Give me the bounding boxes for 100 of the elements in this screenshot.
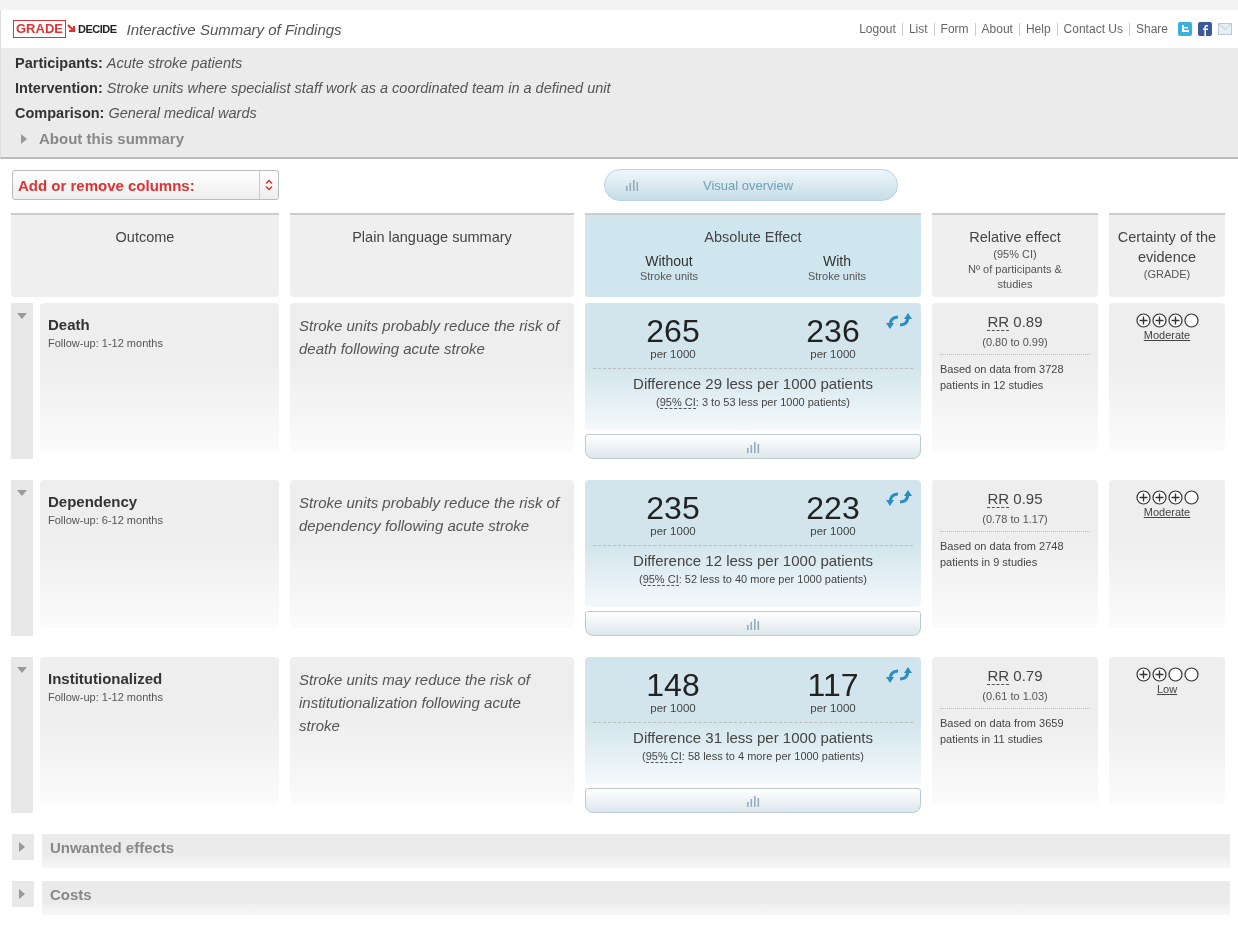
header-text: Outcome (115, 228, 175, 247)
row-toggle[interactable] (11, 657, 33, 813)
circle-icon (1167, 667, 1183, 682)
chart-button[interactable] (585, 611, 921, 636)
summary-text: Stroke units probably reduce the risk of death following acute stroke (299, 316, 562, 359)
swap-arrows-icon[interactable] (884, 488, 914, 508)
bar-chart-icon (746, 794, 760, 807)
plus-circle-icon (1135, 313, 1151, 328)
relative-risk-text: RR 0.95 (986, 490, 1044, 507)
field-value: General medical wards (108, 105, 257, 121)
bar-chart-icon (625, 179, 639, 191)
share-label: Share (1135, 22, 1168, 36)
plus-circle-icon (1151, 490, 1167, 505)
certainty-link[interactable]: Moderate (1143, 329, 1191, 341)
header-text: With (823, 253, 851, 270)
certainty-link[interactable]: Moderate (1143, 506, 1191, 518)
header-text: Plain language summary (352, 228, 512, 247)
relative-risk-interval: (0.78 to 1.17) (940, 513, 1090, 532)
chart-button[interactable] (585, 434, 921, 459)
relative-risk-interval: (0.80 to 0.99) (940, 336, 1090, 355)
field-value: Acute stroke patients (106, 55, 243, 71)
follow-up-text: Follow-up: 1-12 months (48, 691, 164, 703)
app-title: Interactive Summary of Findings (126, 20, 342, 38)
nav-link[interactable]: Logout (859, 22, 896, 36)
up-down-icon (265, 179, 273, 191)
certainty-link[interactable]: Low (1156, 683, 1178, 695)
risk-unit: per 1000 (650, 702, 696, 714)
nav-link[interactable]: Help (1025, 22, 1051, 36)
field-label: Comparison: (15, 105, 105, 121)
risk-unit: per 1000 (650, 525, 696, 537)
outcome-name: Death (48, 316, 91, 333)
field-value: Stroke units where specialist staff work as a coordinated team in a defined unit (106, 80, 611, 96)
header-text: Absolute Effect (704, 228, 802, 247)
follow-up-text: Follow-up: 6-12 months (48, 514, 164, 526)
logo-decide: DECIDE (77, 23, 117, 35)
nav-link[interactable]: List (908, 22, 928, 36)
plus-circle-icon (1135, 667, 1151, 682)
nav-link[interactable]: Contact Us (1063, 22, 1123, 36)
swap-arrows-icon[interactable] (884, 665, 914, 685)
row-toggle[interactable] (11, 303, 33, 459)
nav-link[interactable]: Form (940, 22, 969, 36)
field-label: Participants: (15, 55, 103, 71)
summary-text: Stroke units probably reduce the risk of dependency following acute stroke (299, 493, 562, 536)
difference-text: Difference 29 less per 1000 patients (593, 368, 913, 392)
circle-icon (1183, 490, 1199, 505)
risk-value: 265 (646, 315, 700, 348)
logo-grade: GRADE (13, 20, 66, 38)
section-toggle[interactable] (12, 834, 34, 860)
risk-value: 235 (646, 492, 700, 525)
header-subtext: Stroke units (639, 270, 699, 282)
circle-icon (1183, 667, 1199, 682)
difference-text: Difference 31 less per 1000 patients (593, 722, 913, 746)
bar-chart-icon (746, 440, 760, 453)
plus-circle-icon (1167, 313, 1183, 328)
envelope-icon[interactable] (1218, 23, 1232, 35)
risk-value: 117 (807, 669, 859, 702)
section-toggle[interactable] (12, 881, 34, 907)
header-subtext: Stroke units (807, 270, 867, 282)
outcome-name: Dependency (48, 493, 139, 510)
follow-up-text: Follow-up: 1-12 months (48, 337, 164, 349)
risk-value: 223 (806, 492, 860, 525)
header-text: Certainty of the evidence (1116, 228, 1218, 267)
header-text: Relative effect (969, 228, 1061, 247)
confidence-interval-text: (95% CI: 58 less to 4 more per 1000 patients) (641, 750, 865, 762)
risk-unit: per 1000 (810, 348, 856, 360)
confidence-interval-text: (95% CI: 3 to 53 less per 1000 patients) (655, 396, 851, 408)
chart-button[interactable] (585, 788, 921, 813)
confidence-interval-text: (95% CI: 52 less to 40 more per 1000 patients) (637, 573, 869, 585)
header-subtext: (95% CI) (992, 247, 1038, 262)
header-subtext: (GRADE) (1142, 267, 1192, 282)
header-text: Without (645, 253, 693, 270)
swap-arrows-icon[interactable] (884, 311, 914, 331)
participants-text: Based on data from 2748 patients in 9 studies (940, 539, 1065, 570)
risk-value: 148 (646, 669, 700, 702)
nav-link[interactable]: About (981, 22, 1013, 36)
risk-value: 236 (806, 315, 860, 348)
summary-text: Stroke units may reduce the risk of institutionalization following acute stroke (299, 670, 532, 736)
columns-dropdown[interactable]: Add or remove columns: (12, 170, 279, 200)
participants-text: Based on data from 3659 patients in 11 studies (940, 716, 1065, 747)
plus-circle-icon (1151, 313, 1167, 328)
header-subtext: Nº of participants & studies (967, 262, 1063, 292)
plus-circle-icon (1135, 490, 1151, 505)
risk-unit: per 1000 (810, 702, 856, 714)
relative-risk-text: RR 0.89 (986, 313, 1044, 330)
arrow-icon (66, 24, 77, 34)
plus-circle-icon (1167, 490, 1183, 505)
relative-risk-interval: (0.61 to 1.03) (940, 690, 1090, 709)
facebook-icon[interactable] (1198, 22, 1212, 36)
field-label: Intervention: (15, 80, 103, 96)
relative-risk-text: RR 0.79 (986, 667, 1044, 684)
risk-unit: per 1000 (810, 525, 856, 537)
risk-unit: per 1000 (650, 348, 696, 360)
outcome-name: Institutionalized (48, 670, 164, 687)
plus-circle-icon (1151, 667, 1167, 682)
bar-chart-icon (746, 617, 760, 630)
difference-text: Difference 12 less per 1000 patients (593, 545, 913, 569)
twitter-icon[interactable] (1178, 22, 1192, 36)
circle-icon (1183, 313, 1199, 328)
row-toggle[interactable] (11, 480, 33, 636)
participants-text: Based on data from 3728 patients in 12 studies (940, 362, 1065, 393)
